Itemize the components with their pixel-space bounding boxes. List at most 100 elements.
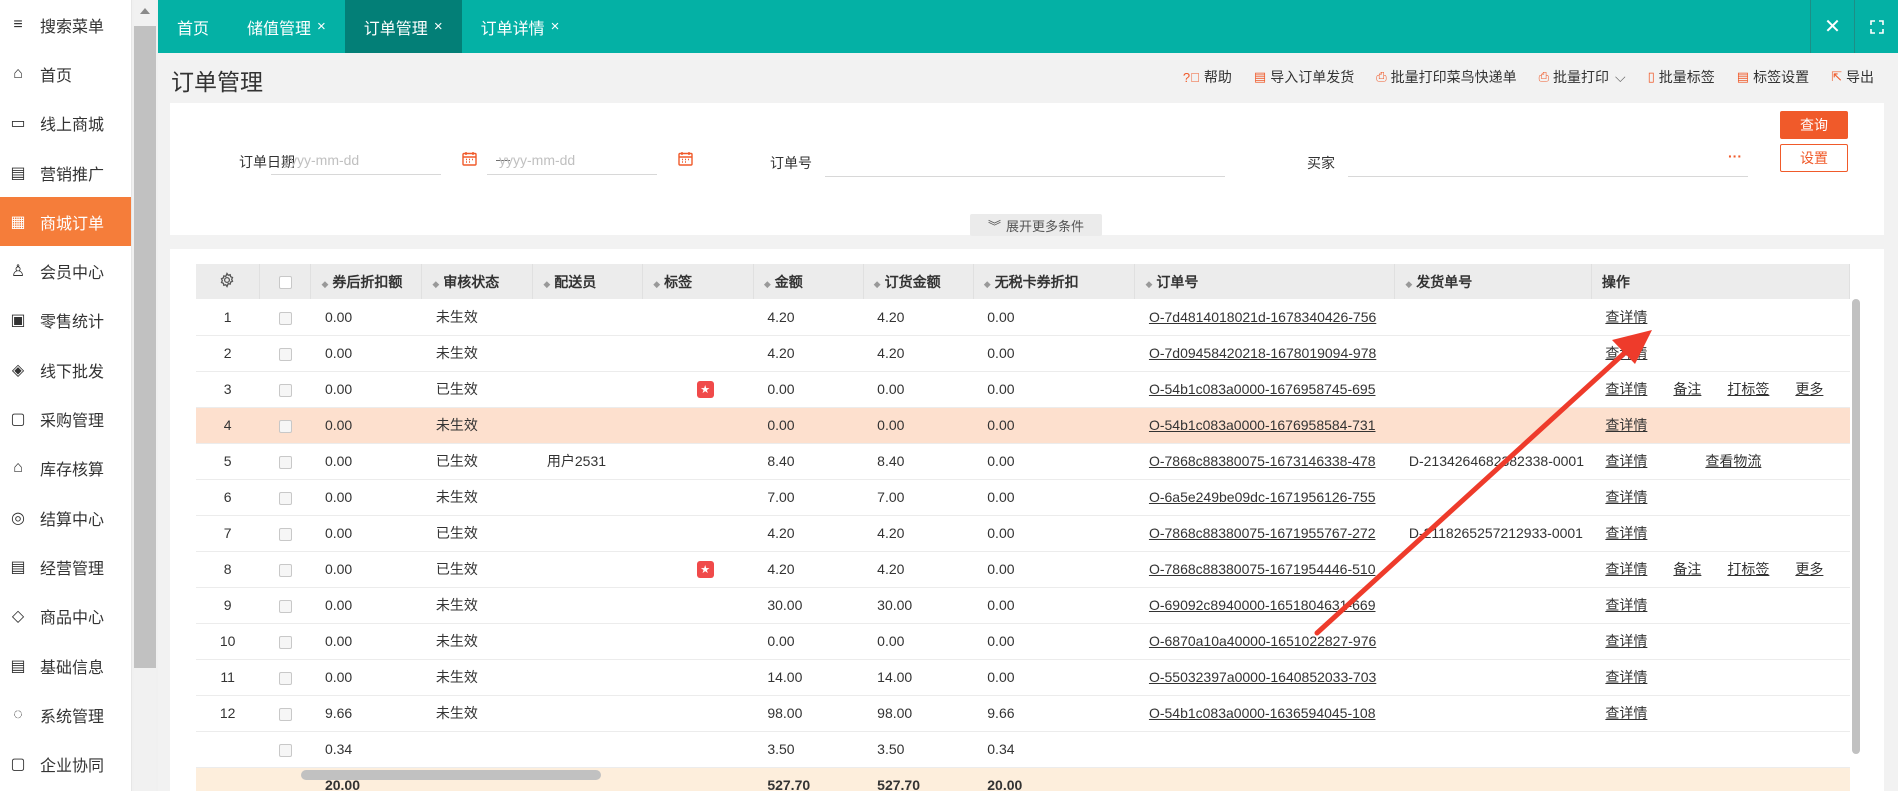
- row-checkbox[interactable]: [278, 599, 292, 613]
- order-no-link[interactable]: O-7d09458420218-1678019094-978: [1149, 345, 1376, 361]
- order-no-link[interactable]: O-7868c88380075-1673146338-478: [1149, 453, 1376, 469]
- cell-order-no[interactable]: O-55032397a0000-1640852033-703: [1134, 659, 1395, 696]
- cell-order-no[interactable]: O-7868c88380075-1673146338-478: [1134, 443, 1395, 480]
- scroll-up-arrow-icon[interactable]: [140, 8, 150, 14]
- buyer-more-icon[interactable]: ···: [1728, 148, 1742, 164]
- order-no-link[interactable]: O-6a5e249be09dc-1671956126-755: [1149, 489, 1376, 505]
- row-checkbox[interactable]: [278, 383, 292, 397]
- tab-0[interactable]: 首页: [158, 0, 228, 53]
- select-all-checkbox[interactable]: [259, 264, 312, 299]
- close-icon[interactable]: ×: [317, 18, 326, 35]
- import-ship-button[interactable]: ▤ 导入订单发货: [1254, 67, 1354, 87]
- table-row[interactable]: 11 0.00 未生效 14.00 14.00 0.00 O-55032397a0000-1…: [196, 659, 1850, 696]
- sidebar-item-store[interactable]: ▭ 线上商城: [0, 99, 131, 148]
- sidebar-scrollbar[interactable]: [134, 0, 156, 791]
- table-row[interactable]: 3 0.00 已生效 ★ 0.00 0.00 0.00 O-54b1c083a0000-167…: [196, 371, 1850, 408]
- column-header-courier[interactable]: ◆ 配送员: [532, 264, 644, 299]
- order-no-link[interactable]: O-6870a10a40000-1651022827-976: [1149, 633, 1376, 649]
- sidebar-item-purchase[interactable]: ▢ 采购管理: [0, 394, 131, 443]
- sidebar-item-info[interactable]: ▤ 基础信息: [0, 641, 131, 690]
- table-row[interactable]: 4 0.00 未生效 0.00 0.00 0.00 O-54b1c083a0000-1676…: [196, 407, 1850, 444]
- order-no-link[interactable]: O-55032397a0000-1640852033-703: [1149, 669, 1376, 685]
- row-checkbox-cell[interactable]: [259, 479, 311, 516]
- op-link-0[interactable]: 查详情: [1605, 597, 1647, 613]
- end-date-input[interactable]: yyyy-mm-dd: [487, 145, 657, 175]
- column-header-coupon[interactable]: ◆ 券后折扣额: [310, 264, 423, 299]
- row-checkbox-cell[interactable]: [259, 407, 311, 444]
- column-header-order-amount[interactable]: ◆ 订货金额: [863, 264, 974, 299]
- sidebar-item-search-menu[interactable]: ≡ 搜索菜单: [0, 0, 131, 49]
- table-row[interactable]: 8 0.00 已生效 ★ 4.20 4.20 0.00 O-7868c88380075-167…: [196, 551, 1850, 588]
- row-checkbox[interactable]: [278, 527, 292, 541]
- batch-tag-button[interactable]: ▯ 批量标签: [1648, 67, 1715, 87]
- order-no-link[interactable]: O-54b1c083a0000-1676958745-695: [1149, 381, 1376, 397]
- export-button[interactable]: ⇱ 导出: [1831, 67, 1874, 87]
- buyer-input[interactable]: [1348, 147, 1748, 177]
- table-row[interactable]: 2 0.00 未生效 4.20 4.20 0.00 O-7d09458420218-1678…: [196, 335, 1850, 372]
- row-checkbox-cell[interactable]: [259, 551, 311, 588]
- row-checkbox[interactable]: [278, 707, 292, 721]
- cell-order-no[interactable]: O-7d4814018021d-1678340426-756: [1134, 299, 1395, 336]
- row-checkbox[interactable]: [278, 671, 292, 685]
- column-header-tag[interactable]: ◆ 标签: [642, 264, 754, 299]
- op-link-0[interactable]: 查详情: [1605, 381, 1647, 397]
- row-checkbox-cell[interactable]: [259, 515, 311, 552]
- op-link-0[interactable]: 查详情: [1605, 705, 1647, 721]
- cell-order-no[interactable]: O-6870a10a40000-1651022827-976: [1134, 623, 1395, 660]
- tab-2[interactable]: 订单管理 ×: [344, 0, 462, 53]
- table-row[interactable]: 7 0.00 已生效 4.20 4.20 0.00 O-7868c88380075-1671…: [196, 515, 1850, 552]
- tag-settings-button[interactable]: ▤ 标签设置: [1737, 67, 1809, 87]
- checkbox[interactable]: [278, 276, 292, 290]
- op-link-1[interactable]: 备注: [1673, 561, 1701, 577]
- sidebar-item-member[interactable]: ♙ 会员中心: [0, 246, 131, 295]
- row-checkbox[interactable]: [278, 563, 292, 577]
- column-header-ship-no[interactable]: ◆ 发货单号: [1394, 264, 1592, 299]
- op-link-0[interactable]: 查详情: [1605, 669, 1647, 685]
- op-link-0[interactable]: 查详情: [1605, 561, 1647, 577]
- row-checkbox-cell[interactable]: [259, 623, 311, 660]
- row-checkbox[interactable]: [278, 455, 292, 469]
- sidebar-item-marketing[interactable]: ▤ 营销推广: [0, 148, 131, 197]
- op-link-0[interactable]: 查详情: [1605, 453, 1647, 469]
- table-row[interactable]: 10 0.00 未生效 0.00 0.00 0.00 O-6870a10a40000-165…: [196, 623, 1850, 660]
- batch-print-cainiao-button[interactable]: ⎙ 批量打印菜鸟快递单: [1376, 67, 1516, 87]
- row-checkbox-cell[interactable]: [259, 731, 311, 768]
- sidebar-item-management[interactable]: ▤ 经营管理: [0, 542, 131, 591]
- row-checkbox[interactable]: [278, 635, 292, 649]
- close-icon[interactable]: ×: [551, 18, 560, 35]
- order-no-link[interactable]: O-69092c8940000-1651804631-669: [1149, 597, 1376, 613]
- op-link-0[interactable]: 查详情: [1605, 633, 1647, 649]
- row-checkbox[interactable]: [278, 491, 292, 505]
- table-row[interactable]: 12 9.66 未生效 98.00 98.00 9.66 O-54b1c083a0000-1…: [196, 695, 1850, 732]
- op-link-1[interactable]: 备注: [1673, 381, 1701, 397]
- row-checkbox-cell[interactable]: [259, 371, 311, 408]
- order-no-input[interactable]: [825, 147, 1225, 177]
- column-header-amount[interactable]: ◆ 金额: [753, 264, 864, 299]
- order-no-link[interactable]: O-7868c88380075-1671954446-510: [1149, 561, 1376, 577]
- cell-order-no[interactable]: O-7868c88380075-1671955767-272: [1134, 515, 1395, 552]
- order-no-link[interactable]: O-7d4814018021d-1678340426-756: [1149, 309, 1376, 325]
- table-row[interactable]: 6 0.00 未生效 7.00 7.00 0.00 O-6a5e249be09dc-1671…: [196, 479, 1850, 516]
- column-header-taxfree[interactable]: ◆ 无税卡券折扣: [973, 264, 1136, 299]
- table-row[interactable]: 5 0.00 已生效 用户2531 8.40 8.40 0.00 O-7868c8838007…: [196, 443, 1850, 480]
- vertical-scrollbar[interactable]: [1852, 299, 1862, 754]
- help-button[interactable]: ?⃝ 帮助: [1183, 67, 1232, 87]
- op-link-0[interactable]: 查详情: [1605, 525, 1647, 541]
- row-checkbox-cell[interactable]: [259, 695, 311, 732]
- op-link-0[interactable]: 查详情: [1605, 345, 1647, 361]
- op-link-3[interactable]: 更多: [1795, 381, 1823, 397]
- row-checkbox[interactable]: [278, 347, 292, 361]
- close-icon[interactable]: ×: [434, 18, 443, 35]
- op-link-3[interactable]: 更多: [1795, 561, 1823, 577]
- settings-button[interactable]: 设置: [1780, 144, 1848, 172]
- table-row[interactable]: 9 0.00 未生效 30.00 30.00 0.00 O-69092c8940000-16…: [196, 587, 1850, 624]
- row-checkbox[interactable]: [278, 419, 292, 433]
- sidebar-item-collab[interactable]: ▢ 企业协同: [0, 739, 131, 788]
- row-checkbox[interactable]: [278, 311, 292, 325]
- column-header-order-no[interactable]: ◆ 订单号: [1134, 264, 1396, 299]
- sidebar-item-home[interactable]: ⌂ 首页: [0, 49, 131, 98]
- sidebar-item-warehouse[interactable]: ⌂ 库存核算: [0, 444, 131, 493]
- sidebar-item-system[interactable]: ◌ 系统管理: [0, 690, 131, 739]
- sidebar-item-wholesale[interactable]: ◈ 线下批发: [0, 345, 131, 394]
- op-link-0[interactable]: 查详情: [1605, 489, 1647, 505]
